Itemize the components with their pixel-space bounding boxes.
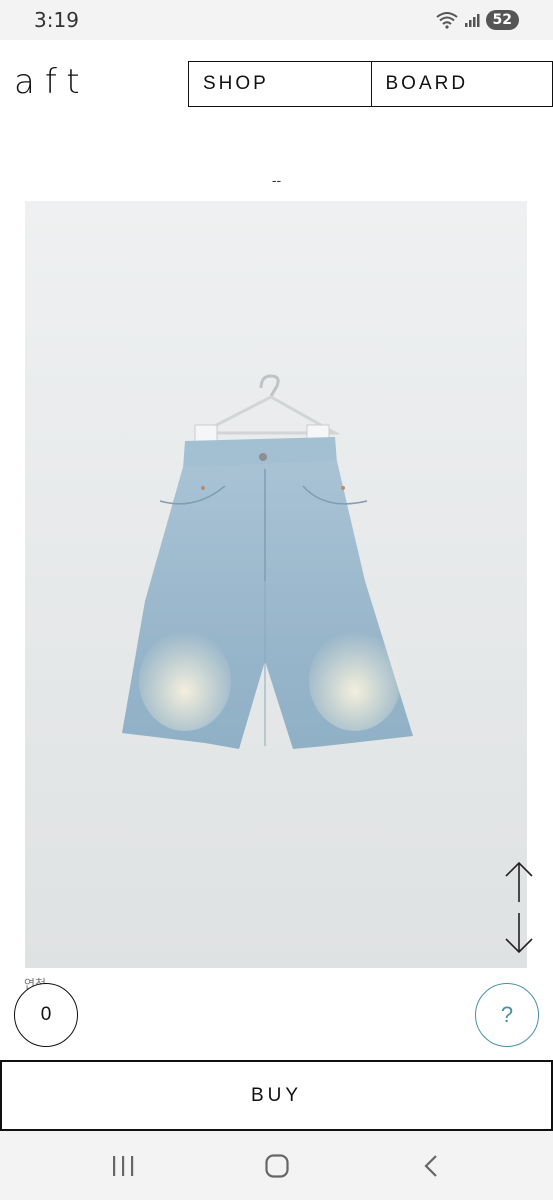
logo[interactable]: aft — [14, 62, 90, 102]
header: aft SHOP BOARD — [0, 40, 553, 130]
scroll-arrows — [503, 860, 535, 955]
cart-count: 0 — [40, 1004, 52, 1025]
arrow-up-icon[interactable] — [503, 860, 535, 904]
main-nav: SHOP BOARD — [188, 61, 553, 107]
nav-shop[interactable]: SHOP — [189, 62, 371, 106]
home-icon[interactable] — [264, 1153, 290, 1179]
status-icons: 52 — [435, 9, 519, 31]
signal-icon — [464, 14, 480, 27]
system-nav-bar — [0, 1131, 553, 1200]
question-icon: ? — [500, 1002, 514, 1027]
arrow-down-icon[interactable] — [503, 911, 535, 955]
product-name: -- — [271, 172, 282, 188]
battery-icon: 52 — [485, 10, 519, 30]
status-time: 3:19 — [34, 8, 79, 32]
back-icon[interactable] — [419, 1153, 445, 1179]
recents-icon[interactable] — [110, 1153, 136, 1179]
help-button[interactable]: ? — [475, 983, 539, 1047]
status-bar: 3:19 52 — [0, 0, 553, 40]
nav-board[interactable]: BOARD — [370, 62, 553, 106]
wifi-icon — [435, 12, 458, 29]
buy-button[interactable]: BUY — [0, 1060, 553, 1131]
product-image[interactable] — [25, 201, 527, 968]
cart-count-button[interactable]: 0 — [14, 983, 78, 1047]
shorts-illustration — [25, 201, 527, 968]
